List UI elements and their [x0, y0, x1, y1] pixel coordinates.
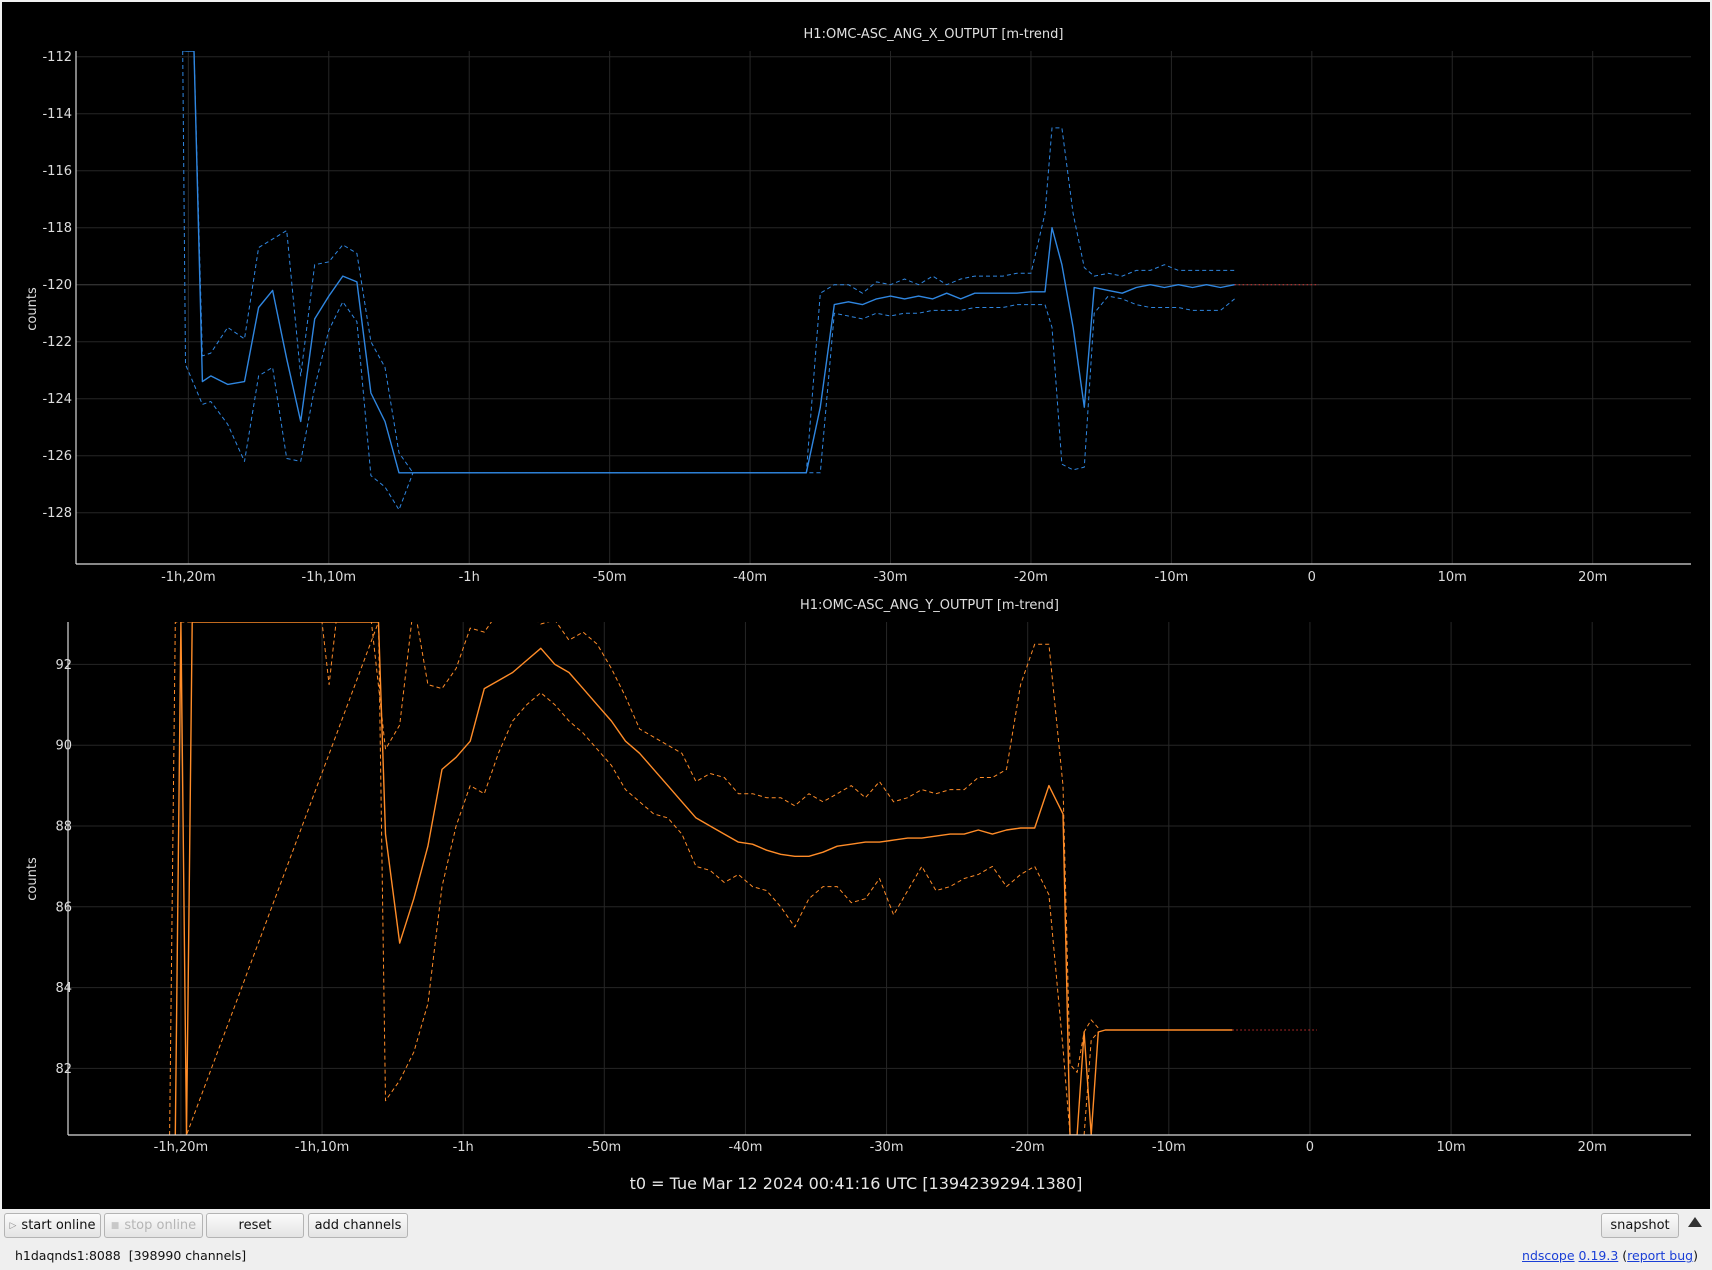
x-tick-label: -20m — [1014, 570, 1048, 585]
add-channels-label: add channels — [314, 1218, 402, 1233]
series-mean-line — [185, 51, 1235, 474]
version-link[interactable]: 0.19.3 — [1579, 1248, 1619, 1263]
x-tick-label: -20m — [1011, 1140, 1045, 1155]
stop-online-label: stop online — [124, 1218, 197, 1233]
reset-button[interactable]: reset — [206, 1213, 304, 1238]
snapshot-button[interactable]: snapshot — [1601, 1213, 1679, 1238]
start-online-button[interactable]: ▷ start online — [4, 1213, 101, 1238]
y-tick-label: 84 — [55, 981, 72, 996]
y-axis-label: counts — [25, 857, 40, 901]
x-tick-label: -50m — [587, 1140, 621, 1155]
ndscope-link[interactable]: ndscope — [1522, 1248, 1575, 1263]
series-max-line — [182, 51, 1235, 474]
x-tick-label: -30m — [874, 570, 908, 585]
plot-area[interactable]: H1:OMC-ASC_ANG_X_OUTPUT [m-trend] -1h,20m… — [2, 2, 1710, 1209]
series-min-line — [180, 622, 1099, 1135]
chart-panel-2: H1:OMC-ASC_ANG_Y_OUTPUT [m-trend] -1h,20m… — [25, 598, 1691, 1155]
x-tick-label: -1h,10m — [295, 1140, 350, 1155]
chart-title: H1:OMC-ASC_ANG_X_OUTPUT [m-trend] — [804, 27, 1064, 42]
snapshot-label: snapshot — [1610, 1218, 1670, 1233]
start-online-label: start online — [21, 1218, 96, 1233]
version-info: ndscope 0.19.3 (report bug) — [1522, 1248, 1698, 1263]
y-tick-label: 82 — [55, 1062, 72, 1077]
series-group — [169, 622, 1317, 1135]
t0-label: t0 = Tue Mar 12 2024 00:41:16 UTC [13942… — [629, 1174, 1083, 1193]
x-tick-label: 0 — [1306, 1140, 1314, 1155]
x-tick-label: 10m — [1436, 1140, 1465, 1155]
expand-up-icon[interactable] — [1688, 1217, 1702, 1227]
reset-label: reset — [238, 1218, 272, 1233]
server-address: h1daqnds1:8088 — [15, 1248, 121, 1263]
x-tick-label: -50m — [593, 570, 627, 585]
x-tick-label: -1h — [459, 570, 480, 585]
status-bar: h1daqnds1:8088 [398990 channels] ndscope… — [0, 1241, 1712, 1270]
plots-canvas[interactable]: H1:OMC-ASC_ANG_X_OUTPUT [m-trend] -1h,20m… — [2, 2, 1710, 1209]
x-tick-label: -1h,10m — [302, 570, 357, 585]
y-tick-label: -112 — [42, 50, 72, 65]
y-tick-label: -120 — [42, 278, 72, 293]
y-tick-label: 92 — [55, 658, 72, 673]
add-channels-button[interactable]: add channels — [308, 1213, 408, 1238]
y-tick-label: -126 — [42, 449, 72, 464]
play-icon: ▷ — [9, 1220, 17, 1231]
y-tick-label: -114 — [42, 107, 72, 122]
server-info: h1daqnds1:8088 [398990 channels] — [15, 1248, 246, 1263]
x-tick-label: 20m — [1578, 570, 1607, 585]
series-max-line — [169, 622, 1099, 1135]
x-tick-label: -1h,20m — [161, 570, 216, 585]
report-bug-link[interactable]: report bug — [1627, 1248, 1693, 1263]
series-mean-line — [174, 622, 1233, 1135]
x-tick-label: -40m — [728, 1140, 762, 1155]
chart-panel-1: H1:OMC-ASC_ANG_X_OUTPUT [m-trend] -1h,20m… — [25, 27, 1691, 585]
chart-title: H1:OMC-ASC_ANG_Y_OUTPUT [m-trend] — [800, 598, 1059, 613]
x-tick-label: 10m — [1438, 570, 1467, 585]
y-tick-label: -122 — [42, 335, 72, 350]
toolbar: ▷ start online ■ stop online reset add c… — [0, 1209, 1712, 1241]
y-tick-label: -118 — [42, 221, 72, 236]
y-tick-label: 88 — [55, 819, 72, 834]
y-axis-label: counts — [25, 287, 40, 331]
y-tick-label: 90 — [55, 739, 72, 754]
stop-icon: ■ — [110, 1220, 120, 1231]
series-group — [182, 51, 1319, 511]
y-tick-label: -128 — [42, 506, 72, 521]
x-tick-label: -30m — [870, 1140, 904, 1155]
x-tick-label: -10m — [1154, 570, 1188, 585]
x-tick-label: 20m — [1578, 1140, 1607, 1155]
x-tick-label: -40m — [733, 570, 767, 585]
x-tick-label: -10m — [1152, 1140, 1186, 1155]
x-tick-label: -1h,20m — [154, 1140, 209, 1155]
channel-count: [398990 channels] — [128, 1248, 247, 1263]
x-tick-label: 0 — [1308, 570, 1316, 585]
y-tick-label: -116 — [42, 164, 72, 179]
y-tick-label: 86 — [55, 900, 72, 915]
stop-online-button[interactable]: ■ stop online — [104, 1213, 203, 1238]
y-tick-label: -124 — [42, 392, 72, 407]
x-tick-label: -1h — [453, 1140, 474, 1155]
